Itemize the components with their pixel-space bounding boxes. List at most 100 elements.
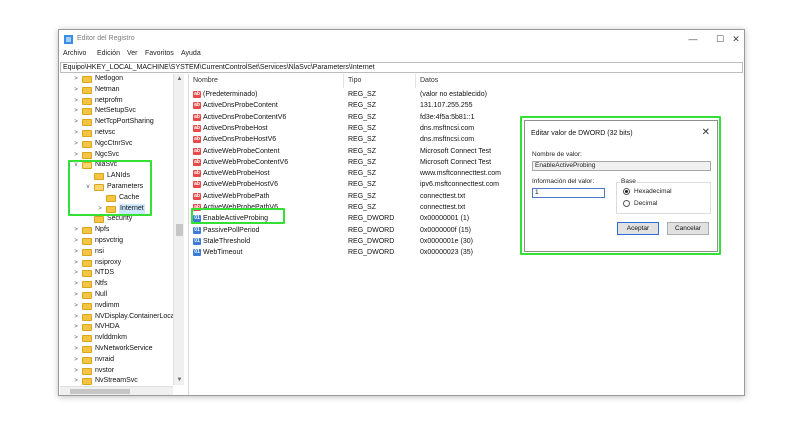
address-bar[interactable]: Equipo\HKEY_LOCAL_MACHINE\SYSTEM\Current… [60, 62, 743, 73]
close-button[interactable]: ✕ [723, 32, 749, 47]
folder-icon [82, 324, 92, 332]
window-title: Editor del Registro [77, 35, 135, 42]
tree-node[interactable]: > NVHDA [60, 322, 186, 332]
chevron-right-icon[interactable]: > [73, 85, 79, 95]
value-data: connecttest.txt [420, 192, 466, 200]
cancel-button[interactable]: Cancelar [667, 222, 709, 235]
tree-node[interactable]: > nsi [60, 247, 186, 257]
value-name: ActiveWebProbeHost [203, 170, 270, 178]
folder-icon [82, 140, 92, 148]
tree-node[interactable]: > nvraid [60, 355, 186, 365]
tree-node[interactable]: > NetSetupSvc [60, 106, 186, 116]
minimize-button[interactable]: — [680, 32, 706, 47]
chevron-right-icon[interactable]: > [73, 366, 79, 376]
hex-radio-button[interactable] [623, 188, 630, 195]
dialog-close-icon[interactable]: ✕ [702, 127, 710, 138]
dec-radio-button[interactable] [623, 200, 630, 207]
folder-icon [82, 292, 92, 299]
value-data-input[interactable]: 1 [532, 188, 605, 198]
value-data: dns.msftncsi.com [420, 136, 475, 144]
folder-icon [82, 302, 92, 310]
chevron-right-icon[interactable]: > [73, 150, 79, 160]
tree-node[interactable]: > npsvctrig [60, 236, 186, 246]
chevron-right-icon[interactable]: > [73, 225, 79, 235]
tree-node[interactable]: > NvNetworkService [60, 344, 186, 354]
tree-node[interactable]: > netvsc [60, 128, 186, 138]
column-header-type[interactable]: Tipo [348, 77, 361, 84]
column-header-data[interactable]: Datos [420, 77, 438, 84]
chevron-right-icon[interactable]: > [73, 344, 79, 354]
column-separator[interactable] [415, 74, 416, 88]
column-separator[interactable] [343, 74, 344, 88]
chevron-right-icon[interactable]: > [73, 106, 79, 116]
chevron-right-icon[interactable]: > [73, 322, 79, 332]
dec-radio[interactable]: Decimal [623, 199, 703, 208]
ok-button[interactable]: Aceptar [617, 222, 659, 235]
tree-node[interactable]: > Netlogon [60, 74, 186, 84]
chevron-right-icon[interactable]: > [73, 376, 79, 385]
chevron-right-icon[interactable]: > [73, 128, 79, 138]
column-header-name[interactable]: Nombre [193, 77, 218, 84]
tree-node[interactable]: > NvStreamSvc [60, 376, 186, 385]
value-type: REG_DWORD [348, 226, 395, 234]
dword-value-icon: 01 [193, 226, 201, 234]
chevron-right-icon[interactable]: > [73, 290, 79, 300]
chevron-right-icon[interactable]: > [73, 268, 79, 278]
menu-favoritos[interactable]: Favoritos [145, 50, 174, 57]
folder-icon [82, 151, 92, 159]
folder-icon [82, 378, 92, 385]
tree-node[interactable]: > NetTcpPortSharing [60, 117, 186, 127]
tree-node[interactable]: > NgcSvc [60, 150, 186, 160]
tree-node-label: NTDS [95, 269, 115, 277]
tree-node[interactable]: > nsiproxy [60, 258, 186, 268]
tree-node[interactable]: > Netman [60, 85, 186, 95]
menu-ayuda[interactable]: Ayuda [181, 50, 201, 57]
tree-node[interactable]: > nvlddmkm [60, 333, 186, 343]
dialog-title: Editar valor de DWORD (32 bits) [531, 130, 633, 137]
tree-node[interactable]: > nvstor [60, 366, 186, 376]
chevron-right-icon[interactable]: > [73, 301, 79, 311]
tree-vertical-scrollbar[interactable]: ▲ ▼ [173, 74, 184, 385]
chevron-right-icon[interactable]: > [73, 117, 79, 127]
value-type: REG_SZ [348, 91, 377, 98]
chevron-right-icon[interactable]: > [73, 139, 79, 149]
menu-ver[interactable]: Ver [127, 50, 138, 57]
tree-node-label: NetSetupSvc [95, 107, 136, 115]
menu-archivo[interactable]: Archivo [63, 50, 86, 57]
chevron-right-icon[interactable]: > [73, 236, 79, 246]
tree-node[interactable]: > NTDS [60, 268, 186, 278]
value-name: ActiveWebProbePath [203, 192, 270, 200]
value-name: ActiveWebProbeContent [203, 147, 280, 155]
tree-node[interactable]: > netprofm [60, 96, 186, 106]
chevron-right-icon[interactable]: > [73, 279, 79, 289]
value-row[interactable]: ab ActiveDnsProbeContent REG_SZ 131.107.255… [190, 100, 610, 111]
tree-scroll-thumb[interactable] [176, 224, 183, 236]
value-type: REG_SZ [348, 113, 377, 121]
tree-node[interactable]: > NgcCtnrSvc [60, 139, 186, 149]
pane-splitter[interactable] [188, 74, 189, 395]
tree-horizontal-scrollbar[interactable] [60, 386, 173, 395]
tree-node[interactable]: > nvdimm [60, 301, 186, 311]
tree-node[interactable]: > NVDisplay.ContainerLocal [60, 312, 186, 322]
chevron-right-icon[interactable]: > [73, 333, 79, 343]
chevron-right-icon[interactable]: > [73, 258, 79, 268]
menu-edicion[interactable]: Edición [97, 50, 120, 57]
chevron-right-icon[interactable]: > [73, 247, 79, 257]
hex-radio[interactable]: Hexadecimal [623, 187, 703, 196]
value-type: REG_SZ [348, 192, 377, 200]
string-value-icon: ab [193, 91, 201, 98]
tree-hscroll-thumb[interactable] [70, 389, 130, 394]
scroll-down-icon[interactable]: ▼ [174, 375, 185, 385]
chevron-right-icon[interactable]: > [73, 74, 79, 84]
folder-icon [82, 356, 92, 364]
value-row[interactable]: ab (Predeterminado) REG_SZ (valor no establ… [190, 89, 610, 100]
tree-node[interactable]: > Ntfs [60, 279, 186, 289]
chevron-right-icon[interactable]: > [73, 96, 79, 106]
tree-node-label: Netman [95, 85, 120, 93]
chevron-right-icon[interactable]: > [73, 312, 79, 322]
scroll-up-icon[interactable]: ▲ [174, 74, 185, 84]
tree-node[interactable]: > Npfs [60, 225, 186, 235]
tree-node-label: Netlogon [95, 75, 124, 82]
tree-node[interactable]: > Null [60, 290, 186, 300]
chevron-right-icon[interactable]: > [73, 355, 79, 365]
